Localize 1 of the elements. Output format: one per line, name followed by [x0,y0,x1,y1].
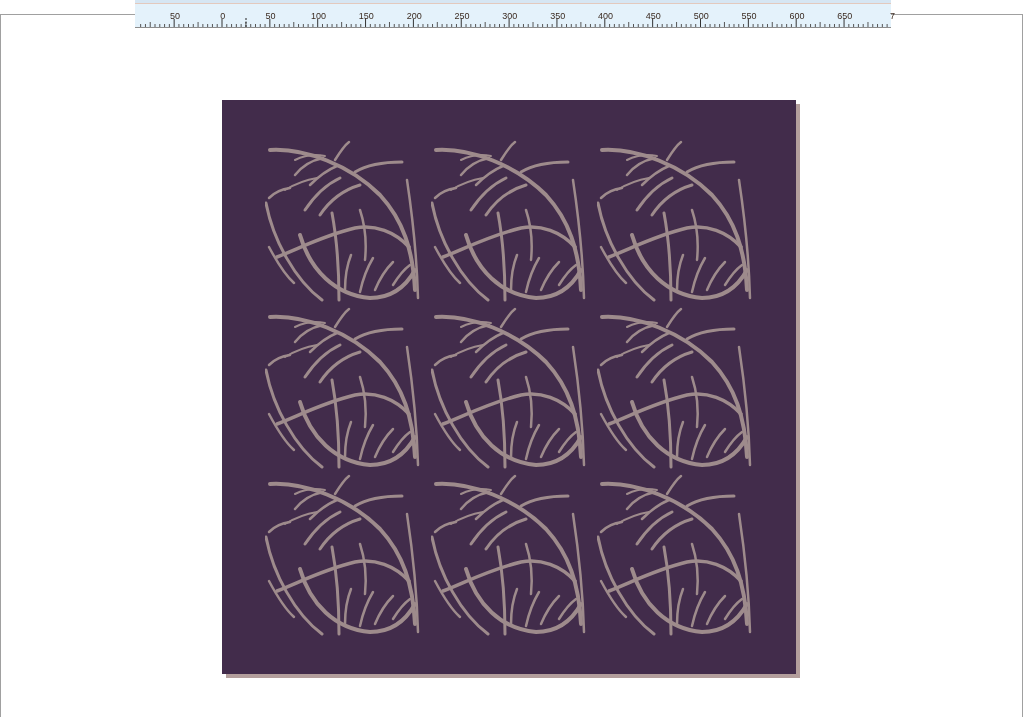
position-marker [245,18,247,28]
